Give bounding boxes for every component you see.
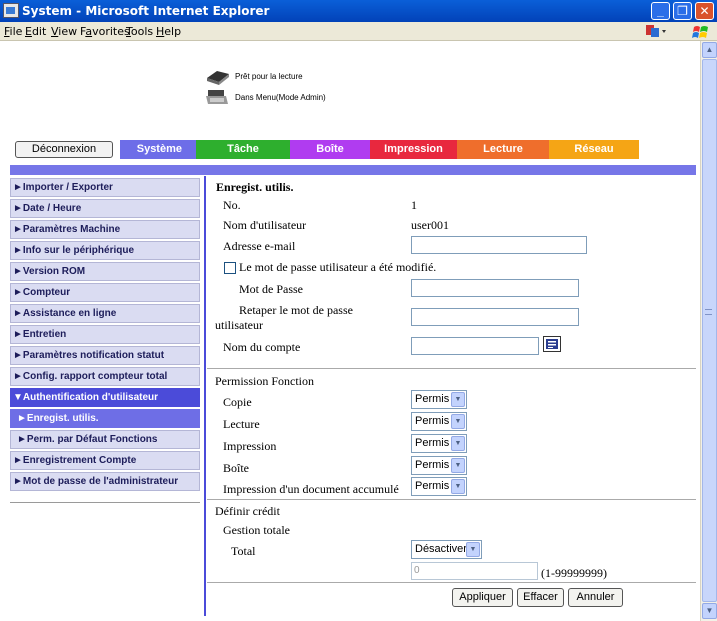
menu-bar: File Edit View Favorites Tools Help [0,22,717,41]
chevron-down-icon: ▼ [451,414,465,429]
menu-tools[interactable]: Tools [126,25,153,38]
sidebar-item-counter[interactable]: ►Compteur [10,283,200,302]
header-band [10,165,696,175]
perm-copy-label: Copie [223,395,252,409]
sidebar-item-account-registration[interactable]: ►Enregistrement Compte [10,451,200,470]
menu-help[interactable]: Help [156,25,181,38]
apply-button[interactable]: Appliquer [452,588,513,607]
translate-icon[interactable] [645,24,666,38]
section-divider-2 [207,499,696,500]
menu-view[interactable]: View [51,25,77,38]
tab-tache[interactable]: Tâche [196,140,290,159]
clear-button[interactable]: Effacer [517,588,564,607]
sidebar-item-total-counter-report[interactable]: ►Config. rapport compteur total [10,367,200,386]
total-select[interactable]: Désactiver ▼ [411,540,482,559]
password-label: Mot de Passe [239,282,303,296]
scroll-grip-icon [705,309,712,315]
password-changed-label: Le mot de passe utilisateur a été modifi… [239,260,437,274]
sidebar-item-device-info[interactable]: ►Info sur le périphérique [10,241,200,260]
status-mode-text: Dans Menu(Mode Admin) [235,93,326,102]
chevron-down-icon: ▼ [451,479,465,494]
no-label: No. [223,198,241,212]
chevron-down-icon: ▼ [451,392,465,407]
menu-favorites[interactable]: Favorites [80,25,130,38]
logout-button[interactable]: Déconnexion [15,141,113,158]
sidebar-item-status-notification[interactable]: ►Paramètres notification statut [10,346,200,365]
password-changed-checkbox[interactable] [224,262,236,274]
sidebar-item-admin-password[interactable]: ►Mot de passe de l'administrateur [10,472,200,491]
tab-impression[interactable]: Impression [370,140,457,159]
perm-stored-doc-label: Impression d'un document accumulé [223,482,399,496]
perm-scan-select[interactable]: Permis ▼ [411,412,467,431]
perm-scan-label: Lecture [223,417,260,431]
chevron-down-icon: ▼ [451,458,465,473]
tab-reseau[interactable]: Réseau [549,140,639,159]
email-label: Adresse e-mail [223,239,296,253]
sidebar-item-date-time[interactable]: ►Date / Heure [10,199,200,218]
sidebar-item-user-registration[interactable]: ►Enregist. utilis. [10,409,200,428]
retype-password-label: Retaper le mot de passe [239,303,353,317]
retype-password-label-cont: utilisateur [215,318,263,332]
ie-window-icon[interactable] [3,3,19,18]
main-tabs: Système Déconnexion Tâche Boîte Impressi… [10,140,696,159]
printer-ready-icon [205,68,231,86]
vertical-scrollbar[interactable]: ▲ ▼ [700,41,717,621]
total-management-label: Gestion totale [223,523,290,537]
status-ready-text: Prêt pour la lecture [235,72,303,81]
scroll-down-arrow[interactable]: ▼ [702,603,717,619]
total-label: Total [231,544,256,558]
sidebar-item-rom-version[interactable]: ►Version ROM [10,262,200,281]
perm-box-select[interactable]: Permis ▼ [411,456,467,475]
section-divider-1 [207,368,696,369]
user-name-value: user001 [411,218,449,232]
perm-stored-doc-select[interactable]: Permis ▼ [411,477,467,496]
content-divider [204,176,206,616]
perm-box-label: Boîte [223,461,249,475]
address-book-icon[interactable] [543,336,561,352]
menu-file[interactable]: File [4,25,22,38]
window-title-bar: System - Microsoft Internet Explorer _ ❐… [0,0,717,22]
tab-lecture[interactable]: Lecture [457,140,549,159]
retype-password-input[interactable] [411,308,579,326]
chevron-down-icon: ▼ [466,542,480,557]
cancel-button[interactable]: Annuler [568,588,623,607]
tab-systeme-label: Système [136,143,182,155]
perm-copy-select[interactable]: Permis ▼ [411,390,467,409]
credit-heading: Définir crédit [215,504,280,518]
window-title: System - Microsoft Internet Explorer [22,4,270,18]
minimize-button[interactable]: _ [651,2,670,20]
scroll-up-arrow[interactable]: ▲ [702,42,717,58]
menu-edit[interactable]: Edit [25,25,46,38]
sidebar: ►Importer / Exporter ►Date / Heure ►Para… [10,178,200,493]
sidebar-item-online-assistance[interactable]: ►Assistance en ligne [10,304,200,323]
account-name-label: Nom du compte [223,340,301,354]
windows-logo-icon [692,24,708,38]
total-amount-input[interactable]: 0 [411,562,538,580]
permission-heading: Permission Fonction [215,374,315,388]
form-title: Enregist. utilis. [216,180,294,194]
perm-print-select[interactable]: Permis ▼ [411,434,467,453]
tab-boite[interactable]: Boîte [290,140,370,159]
no-value: 1 [411,198,417,212]
account-name-input[interactable] [411,337,539,355]
sidebar-item-default-permissions[interactable]: ►Perm. par Défaut Fonctions [10,430,200,449]
close-button[interactable]: ✕ [695,2,714,20]
maximize-button[interactable]: ❐ [673,2,692,20]
email-input[interactable] [411,236,587,254]
sidebar-item-maintenance[interactable]: ►Entretien [10,325,200,344]
sidebar-divider [10,502,200,503]
total-range-text: (1-99999999) [541,566,607,580]
scroll-thumb[interactable] [702,59,717,602]
sidebar-item-user-auth[interactable]: ▼Authentification d'utilisateur [10,388,200,407]
sidebar-item-machine-settings[interactable]: ►Paramètres Machine [10,220,200,239]
password-input[interactable] [411,279,579,297]
chevron-down-icon: ▼ [451,436,465,451]
perm-print-label: Impression [223,439,277,453]
printer-admin-icon [205,88,231,106]
user-name-label: Nom d'utilisateur [223,218,307,232]
section-divider-3 [207,582,696,583]
sidebar-item-import-export[interactable]: ►Importer / Exporter [10,178,200,197]
